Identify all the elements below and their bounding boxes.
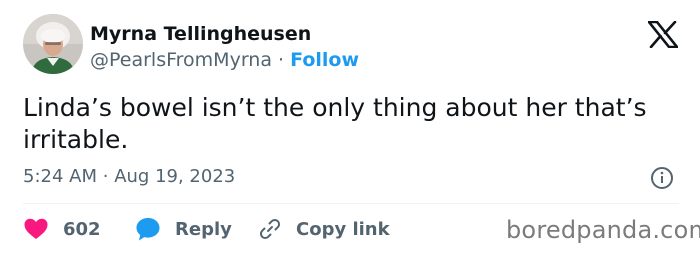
info-icon[interactable] (650, 166, 674, 190)
heart-icon (23, 217, 49, 241)
x-logo-icon[interactable] (647, 20, 679, 49)
watermark: boredpanda.com (506, 216, 700, 244)
follow-button[interactable]: Follow (290, 49, 359, 71)
divider (23, 203, 679, 204)
link-icon (258, 217, 282, 241)
reply-label: Reply (175, 218, 232, 240)
author-handle-row: @PearlsFromMyrna · Follow (90, 48, 359, 72)
speech-bubble-icon (135, 216, 161, 242)
timestamp-separator: · (102, 166, 109, 187)
tweet-text: Linda’s bowel isn’t the only thing about… (23, 93, 647, 154)
author-handle[interactable]: @PearlsFromMyrna (90, 49, 272, 71)
avatar[interactable] (23, 14, 83, 74)
copy-link-label: Copy link (296, 218, 390, 240)
tweet-timestamp[interactable]: 5:24 AM · Aug 19, 2023 (23, 166, 235, 188)
author-name[interactable]: Myrna Tellingheusen (90, 22, 311, 46)
like-button[interactable]: 602 (23, 215, 101, 243)
tweet-time: 5:24 AM (23, 166, 97, 187)
handle-separator: · (278, 49, 285, 71)
like-count: 602 (63, 218, 101, 240)
copy-link-button[interactable]: Copy link (258, 215, 390, 243)
tweet-date: Aug 19, 2023 (114, 166, 236, 187)
reply-button[interactable]: Reply (135, 215, 232, 243)
